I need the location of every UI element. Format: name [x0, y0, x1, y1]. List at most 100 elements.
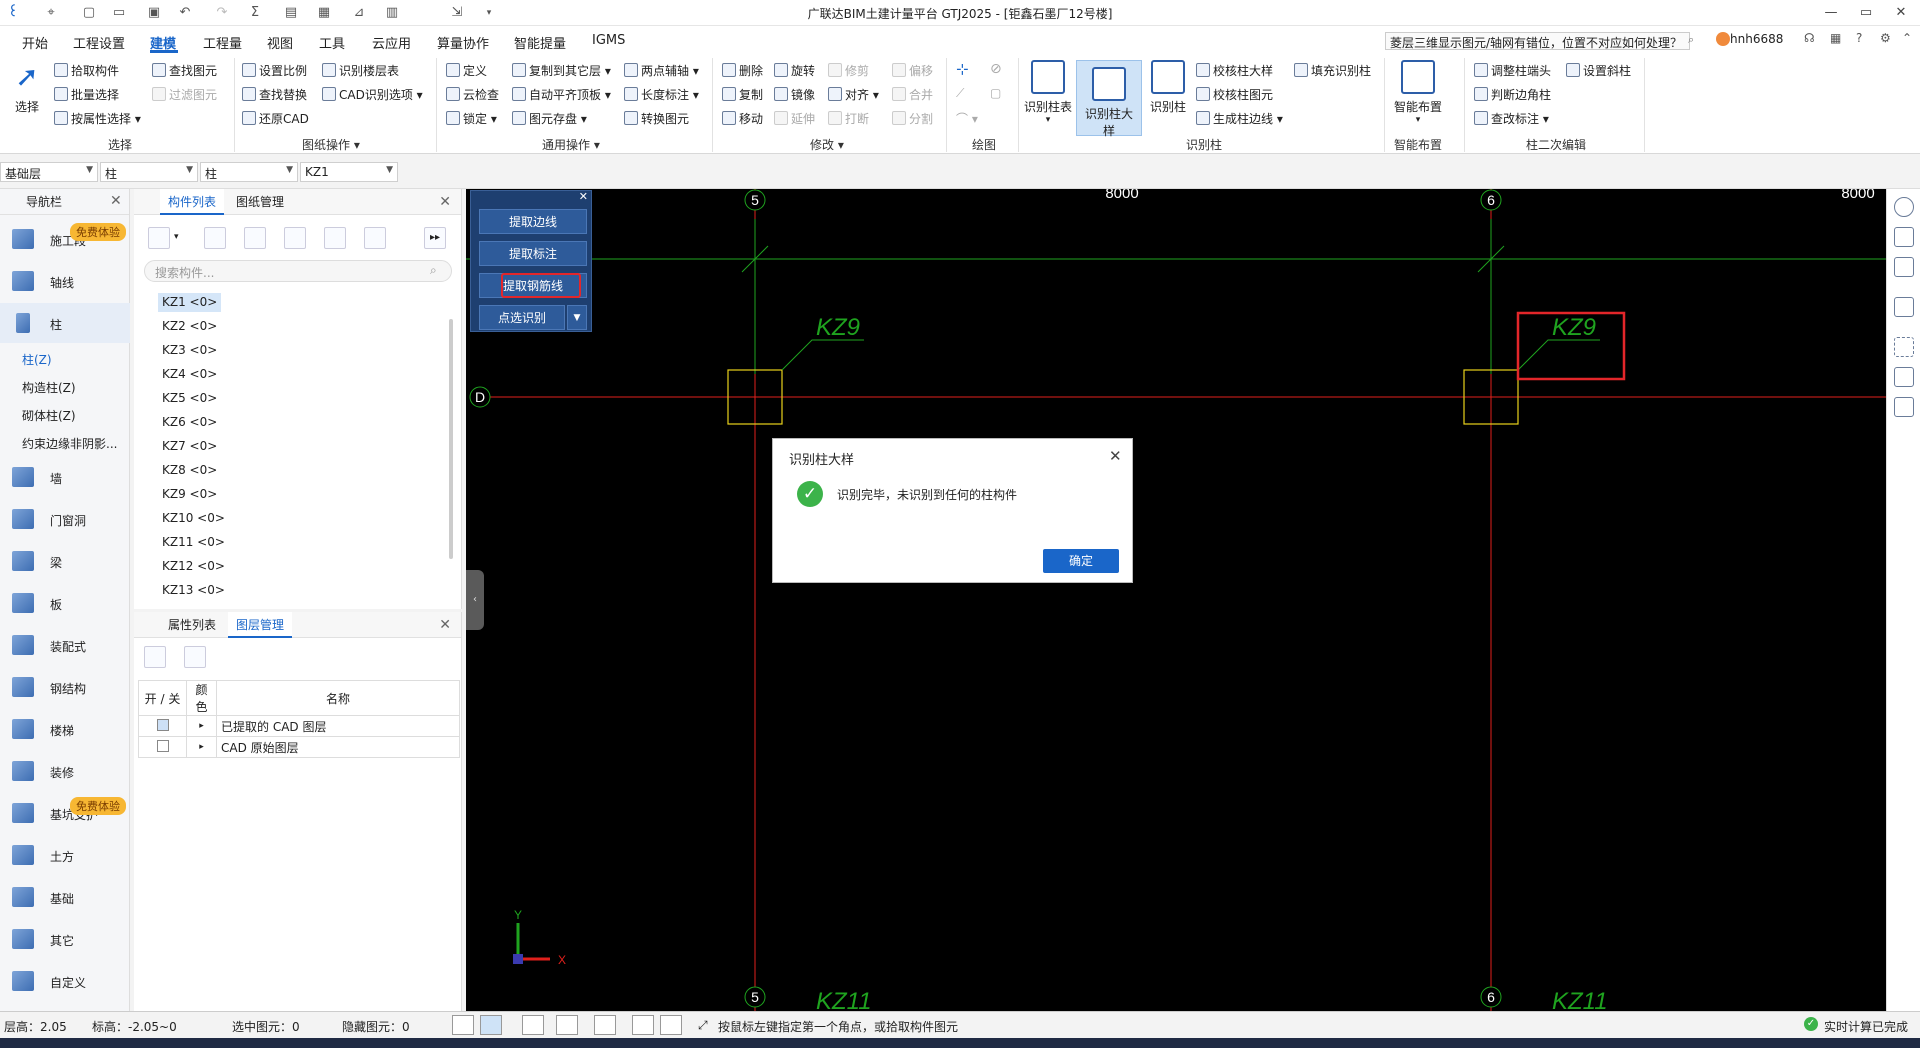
- two-point-axis-button[interactable]: 两点辅轴 ▾: [624, 62, 699, 80]
- collapse-handle[interactable]: ‹: [466, 570, 484, 630]
- length-dim-button[interactable]: 长度标注 ▾: [624, 86, 699, 104]
- adjust-column-end-button[interactable]: 调整柱端头: [1474, 62, 1551, 80]
- nav-item-column[interactable]: 柱: [0, 303, 130, 343]
- settings-icon[interactable]: ⚙: [1880, 31, 1891, 45]
- generate-column-edge-button[interactable]: 生成柱边线 ▾: [1196, 110, 1283, 128]
- table-row[interactable]: ▸ CAD 原始图层: [138, 736, 460, 758]
- arc-toggle[interactable]: [660, 1015, 682, 1035]
- set-slant-column-button[interactable]: 设置斜柱: [1566, 62, 1631, 80]
- tab-property-list[interactable]: 属性列表: [160, 612, 224, 638]
- offset-toggle[interactable]: [594, 1015, 616, 1035]
- delete-component-button[interactable]: [244, 227, 266, 249]
- nav-item-decoration[interactable]: 装修: [0, 751, 130, 791]
- target-icon[interactable]: ⊘: [990, 60, 1002, 78]
- select-by-property-button[interactable]: 按属性选择 ▾: [54, 110, 141, 128]
- list-item[interactable]: KZ9 <0>: [158, 485, 221, 504]
- list-item[interactable]: KZ2 <0>: [158, 317, 221, 336]
- nav-item-foundation[interactable]: 基础: [0, 877, 130, 917]
- sub-item-column[interactable]: 柱(Z): [22, 351, 52, 368]
- check-column-detail-button[interactable]: 校核柱大样: [1196, 62, 1273, 80]
- split-button[interactable]: 分割: [892, 110, 933, 128]
- close-icon[interactable]: ✕: [110, 193, 122, 209]
- list-item[interactable]: KZ6 <0>: [158, 413, 221, 432]
- sub-item-constructional-column[interactable]: 构造柱(Z): [22, 379, 76, 396]
- menu-project-settings[interactable]: 工程设置: [73, 33, 125, 52]
- find-element-button[interactable]: 查找图元: [152, 62, 217, 80]
- delete-button[interactable]: 删除: [722, 62, 763, 80]
- snap-toggle[interactable]: [480, 1015, 502, 1035]
- select-button[interactable]: ➚ 选择: [8, 60, 46, 115]
- cad-options-button[interactable]: CAD识别选项 ▾: [322, 86, 423, 104]
- nav-item-prefab[interactable]: 装配式: [0, 625, 130, 665]
- ok-button[interactable]: 确定: [1043, 549, 1119, 573]
- copy-component-button[interactable]: [204, 227, 226, 249]
- move-button[interactable]: 移动: [722, 110, 763, 128]
- new-component-button[interactable]: [148, 227, 170, 249]
- import-button[interactable]: [324, 227, 346, 249]
- settings-view-icon[interactable]: [1894, 367, 1914, 387]
- sub-item-constraint-edge[interactable]: 约束边缘非阴影...: [22, 435, 117, 452]
- cube-view-icon[interactable]: [1894, 297, 1914, 317]
- show-all-layers-button[interactable]: [144, 646, 166, 668]
- nav-item-beam[interactable]: 梁: [0, 541, 130, 581]
- plan-view-icon[interactable]: [1894, 257, 1914, 277]
- mirror-button[interactable]: 镜像: [774, 86, 815, 104]
- collapse-ribbon-icon[interactable]: ⌃: [1902, 31, 1912, 45]
- list-item[interactable]: KZ1 <0>: [158, 293, 222, 312]
- fill-recognize-button[interactable]: 填充识别柱: [1294, 62, 1371, 80]
- menu-start[interactable]: 开始: [22, 33, 48, 52]
- line-draw-icon[interactable]: ⟋: [956, 84, 964, 102]
- smart-layout-button[interactable]: 智能布置 ▾: [1390, 60, 1446, 125]
- point-recognize-dropdown-icon[interactable]: ▼: [567, 305, 587, 330]
- list-item[interactable]: KZ7 <0>: [158, 437, 221, 456]
- tab-drawing-management[interactable]: 图纸管理: [228, 189, 292, 215]
- tab-component-list[interactable]: 构件列表: [160, 189, 225, 215]
- merge-button[interactable]: 合并: [892, 86, 933, 104]
- username[interactable]: hnh6688: [1730, 32, 1783, 46]
- list-item[interactable]: KZ11 <0>: [158, 533, 229, 552]
- notes-icon[interactable]: [1894, 397, 1914, 417]
- expand-toolbar-icon[interactable]: ▸▸: [424, 227, 446, 249]
- search-input[interactable]: 搜索构件...: [144, 260, 452, 282]
- extend-button[interactable]: 延伸: [774, 110, 815, 128]
- calendar-icon[interactable]: ▦: [1830, 31, 1841, 45]
- search-icon[interactable]: ⌕: [1688, 33, 1694, 47]
- recognize-column-table-button[interactable]: 识别柱表 ▾: [1022, 60, 1074, 125]
- maximize-button[interactable]: ▭: [1853, 3, 1879, 23]
- recognize-floor-table-button[interactable]: 识别楼层表: [322, 62, 399, 80]
- batch-select-button[interactable]: 批量选择: [54, 86, 119, 104]
- define-button[interactable]: 定义: [446, 62, 487, 80]
- floor-select[interactable]: 基础层 ▼: [0, 162, 98, 182]
- expand-icon[interactable]: ▸: [186, 736, 217, 758]
- save-element-button[interactable]: 图元存盘 ▾: [512, 110, 587, 128]
- close-icon[interactable]: ✕: [439, 194, 451, 210]
- close-button[interactable]: ✕: [1888, 3, 1914, 23]
- ortho-toggle[interactable]: [452, 1015, 474, 1035]
- nav-item-wall[interactable]: 墙: [0, 457, 130, 497]
- align-button[interactable]: 对齐 ▾: [828, 86, 879, 104]
- sub-item-masonry-column[interactable]: 砌体柱(Z): [22, 407, 76, 424]
- trim-button[interactable]: 修剪: [828, 62, 869, 80]
- list-item[interactable]: KZ3 <0>: [158, 341, 221, 360]
- scrollbar[interactable]: [449, 319, 453, 559]
- list-item[interactable]: KZ12 <0>: [158, 557, 229, 576]
- close-icon[interactable]: ✕: [439, 617, 451, 633]
- cloud-check-button[interactable]: 云检查: [446, 86, 499, 104]
- expand-icon[interactable]: ▸: [186, 715, 217, 737]
- cross-toggle[interactable]: [522, 1015, 544, 1035]
- nav-item-door-window[interactable]: 门窗洞: [0, 499, 130, 539]
- arc-draw-icon[interactable]: ⌒ ▾: [956, 110, 978, 128]
- 3d-view-icon[interactable]: [1894, 227, 1914, 247]
- menu-quantity[interactable]: 工程量: [203, 33, 242, 52]
- nav-item-stairs[interactable]: 楼梯: [0, 709, 130, 749]
- hide-all-layers-button[interactable]: [184, 646, 206, 668]
- table-row[interactable]: ▸ 已提取的 CAD 图层: [138, 715, 460, 737]
- chevron-down-icon[interactable]: ▾: [174, 232, 179, 242]
- restore-cad-button[interactable]: 还原CAD: [242, 110, 309, 128]
- list-item[interactable]: KZ10 <0>: [158, 509, 229, 528]
- edit-annotation-button[interactable]: 查改标注 ▾: [1474, 110, 1549, 128]
- judge-corner-button[interactable]: 判断边角柱: [1474, 86, 1551, 104]
- zoom-extents-icon[interactable]: [1894, 337, 1914, 357]
- headset-icon[interactable]: ☊: [1804, 31, 1815, 45]
- menu-igms[interactable]: IGMS: [592, 33, 625, 48]
